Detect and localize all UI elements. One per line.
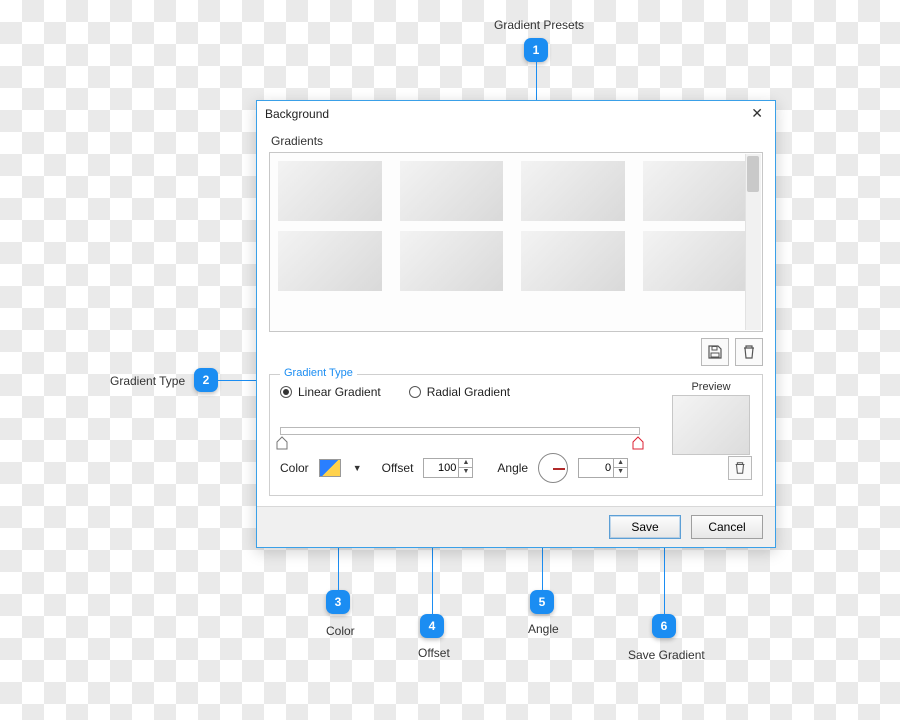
delete-preset-button[interactable] xyxy=(735,338,763,366)
gradient-preset[interactable] xyxy=(643,161,747,221)
offset-label: Offset xyxy=(382,461,414,475)
offset-input[interactable] xyxy=(424,462,458,474)
color-dropdown-caret[interactable]: ▼ xyxy=(353,463,362,473)
spinner-down-icon[interactable]: ▼ xyxy=(613,468,627,477)
callout-label-save: Save Gradient xyxy=(628,648,705,662)
save-preset-button[interactable] xyxy=(701,338,729,366)
gradient-preset[interactable] xyxy=(521,161,625,221)
callout-badge-2: 2 xyxy=(194,368,218,392)
gradient-bar[interactable] xyxy=(280,427,640,435)
trash-icon xyxy=(733,461,747,475)
gradient-preset[interactable] xyxy=(278,231,382,291)
dialog-footer: Save Cancel xyxy=(257,506,775,547)
callout-badge-3: 3 xyxy=(326,590,350,614)
linear-gradient-label: Linear Gradient xyxy=(298,385,381,399)
radio-icon xyxy=(280,386,292,398)
dialog-titlebar[interactable]: Background ✕ xyxy=(257,101,775,126)
callout-label-offset: Offset xyxy=(418,646,450,660)
gradient-presets-list xyxy=(269,152,763,332)
angle-spinner[interactable]: ▲▼ xyxy=(613,459,627,477)
offset-spinner[interactable]: ▲▼ xyxy=(458,459,472,477)
callout-badge-4: 4 xyxy=(420,614,444,638)
spinner-up-icon[interactable]: ▲ xyxy=(613,459,627,468)
angle-label: Angle xyxy=(497,461,528,475)
preview-label: Preview xyxy=(672,381,750,393)
gradient-preset[interactable] xyxy=(521,231,625,291)
radio-icon xyxy=(409,386,421,398)
gradient-track xyxy=(280,427,640,435)
scrollbar-thumb[interactable] xyxy=(747,156,759,192)
gradient-type-legend: Gradient Type xyxy=(280,367,357,379)
gradient-preset[interactable] xyxy=(278,161,382,221)
spinner-up-icon[interactable]: ▲ xyxy=(458,459,472,468)
offset-field[interactable]: ▲▼ xyxy=(423,458,473,478)
presets-scrollbar[interactable] xyxy=(745,154,761,330)
dialog-title: Background xyxy=(265,107,329,121)
delete-stop-button[interactable] xyxy=(728,456,752,480)
callout-label-presets: Gradient Presets xyxy=(494,18,584,32)
floppy-icon xyxy=(707,344,723,360)
background-dialog: Background ✕ Gradients xyxy=(256,100,776,548)
save-button[interactable]: Save xyxy=(609,515,681,539)
color-label: Color xyxy=(280,461,309,475)
callout-badge-5: 5 xyxy=(530,590,554,614)
callout-label-color: Color xyxy=(326,624,355,638)
gradient-preset[interactable] xyxy=(400,231,504,291)
preview-area: Preview xyxy=(672,381,750,455)
gradient-stop-start[interactable] xyxy=(276,436,288,450)
gradient-type-group: Gradient Type Preview Linear Gradient Ra… xyxy=(269,374,763,496)
callout-badge-6: 6 xyxy=(652,614,676,638)
spinner-down-icon[interactable]: ▼ xyxy=(458,468,472,477)
gradient-stop-end[interactable] xyxy=(632,436,644,450)
color-picker[interactable] xyxy=(319,459,341,477)
cancel-button[interactable]: Cancel xyxy=(691,515,763,539)
callout-badge-1: 1 xyxy=(524,38,548,62)
callout-label-type: Gradient Type xyxy=(110,374,185,388)
gradient-preset[interactable] xyxy=(400,161,504,221)
presets-section-label: Gradients xyxy=(271,134,763,148)
preview-swatch xyxy=(672,395,750,455)
radial-gradient-radio[interactable]: Radial Gradient xyxy=(409,385,510,399)
close-icon[interactable]: ✕ xyxy=(747,105,767,122)
angle-input[interactable] xyxy=(579,462,613,474)
angle-dial[interactable] xyxy=(538,453,568,483)
radial-gradient-label: Radial Gradient xyxy=(427,385,510,399)
trash-icon xyxy=(741,344,757,360)
callout-label-angle: Angle xyxy=(528,622,559,636)
gradient-preset[interactable] xyxy=(643,231,747,291)
angle-field[interactable]: ▲▼ xyxy=(578,458,628,478)
linear-gradient-radio[interactable]: Linear Gradient xyxy=(280,385,381,399)
